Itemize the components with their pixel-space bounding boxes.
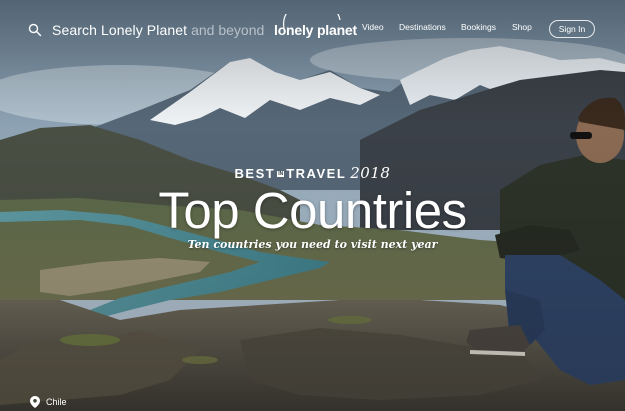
- badge-travel: TRAVEL: [286, 166, 347, 181]
- location-label: Chile: [46, 397, 67, 407]
- hero-subtitle: Ten countries you need to visit next yea…: [187, 238, 438, 251]
- nav-bookings[interactable]: Bookings: [461, 22, 496, 32]
- sign-in-button[interactable]: Sign In: [549, 20, 595, 38]
- nav-destinations[interactable]: Destinations: [399, 22, 446, 32]
- map-pin-icon: [30, 396, 40, 408]
- hero-section: Search Lonely Planet and beyond lonely p…: [0, 0, 625, 411]
- top-navigation-bar: Search Lonely Planet and beyond lonely p…: [0, 0, 625, 60]
- logo-text: lonely planet: [274, 22, 357, 38]
- photo-location[interactable]: Chile: [30, 396, 67, 408]
- nav-shop[interactable]: Shop: [512, 22, 532, 32]
- search-placeholder: Search Lonely Planet: [52, 22, 188, 38]
- search-icon: [28, 23, 42, 37]
- badge-best: BEST: [234, 166, 276, 181]
- nav-video[interactable]: Video: [362, 22, 384, 32]
- badge-in: IN: [277, 171, 285, 177]
- lonely-planet-logo[interactable]: lonely planet: [270, 14, 357, 44]
- hero-title[interactable]: Top Countries: [0, 180, 625, 242]
- search-placeholder-suffix: and beyond: [191, 22, 265, 38]
- search-input[interactable]: Search Lonely Planet and beyond: [28, 20, 264, 40]
